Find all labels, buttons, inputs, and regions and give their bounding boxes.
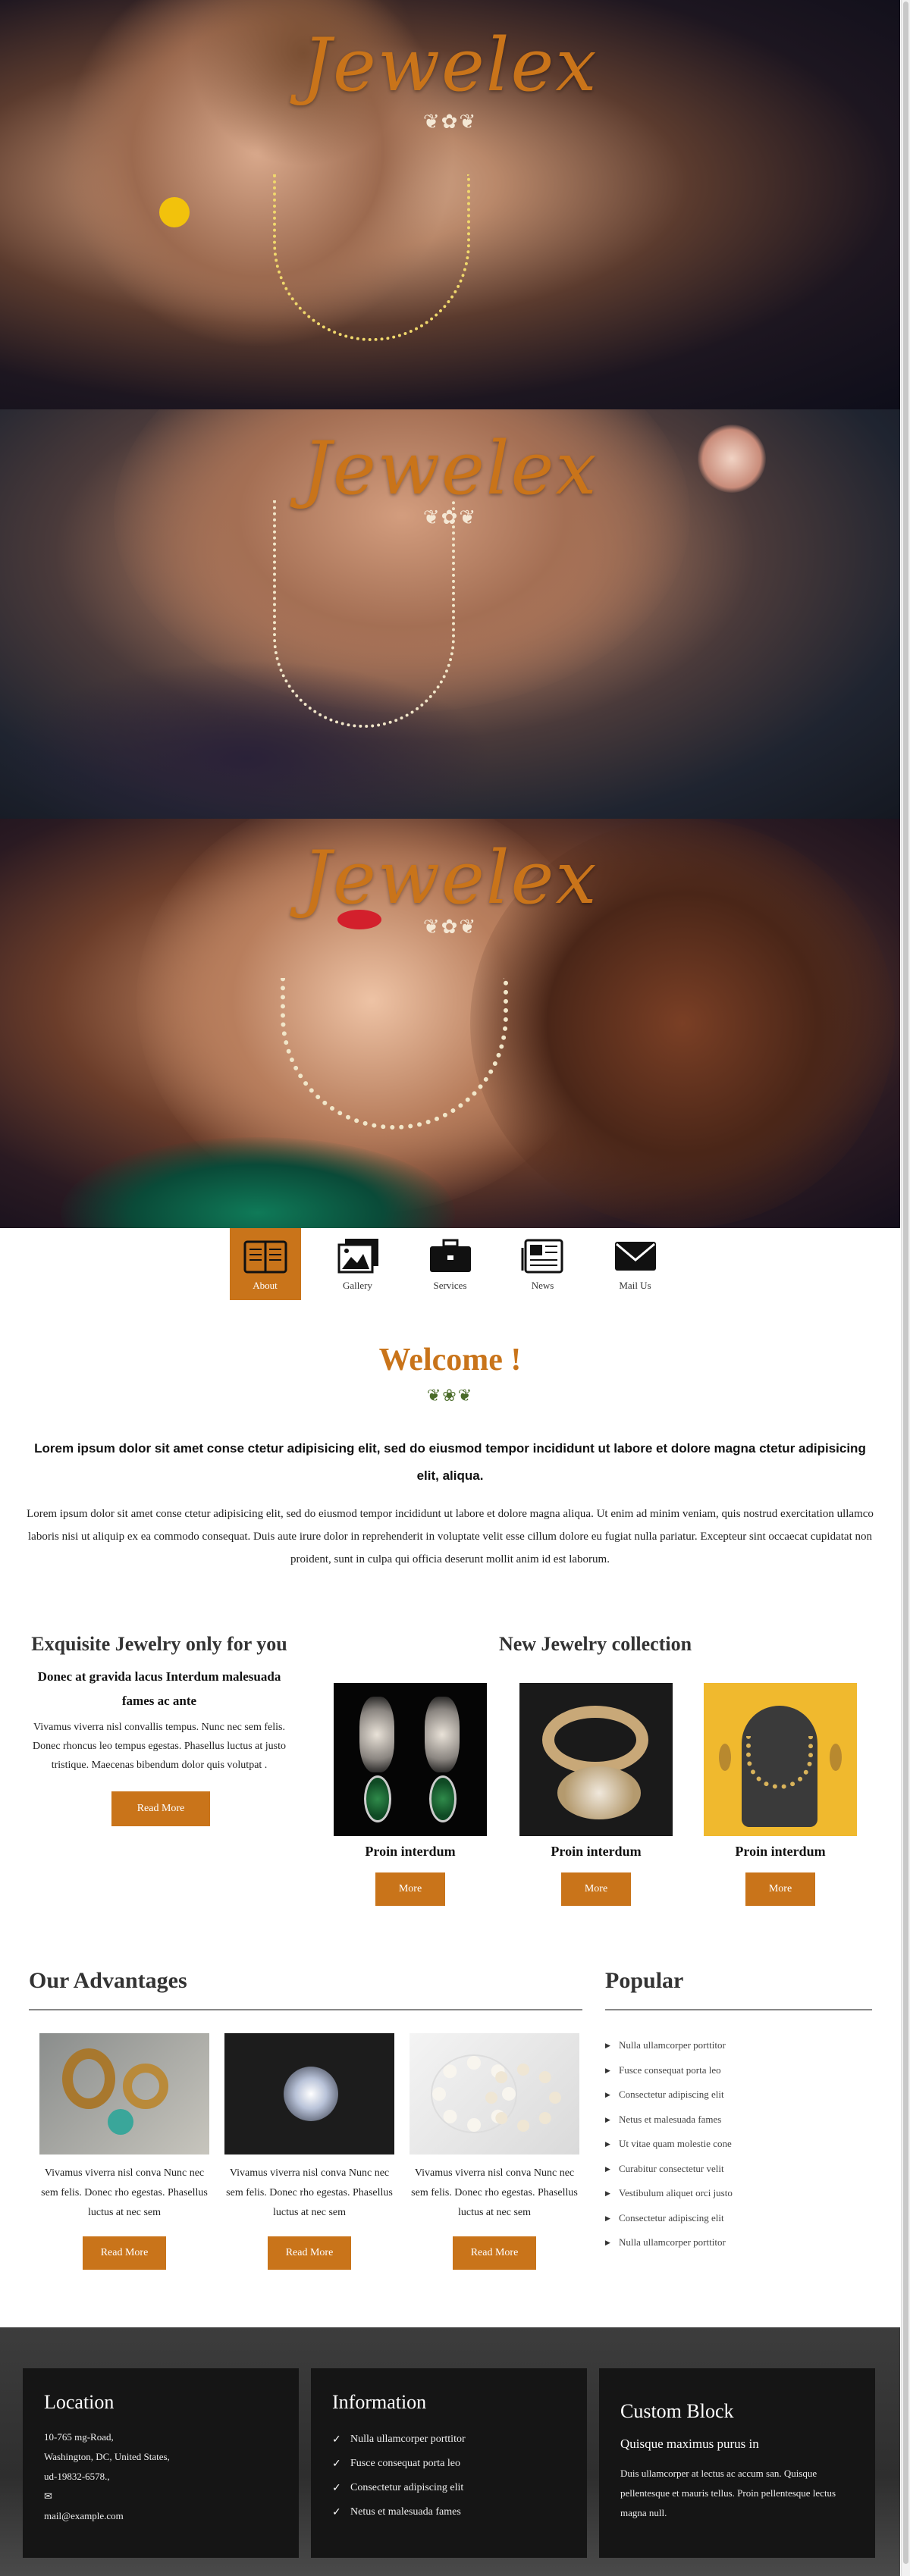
logo-flourish: ❦✿❦ bbox=[422, 506, 478, 528]
popular-link[interactable]: Nulla ullamcorper porttitor bbox=[605, 2230, 872, 2255]
popular-link[interactable]: Ut vitae quam molestie cone bbox=[605, 2132, 872, 2157]
logo[interactable]: Jewelex bbox=[0, 426, 900, 511]
more-button[interactable]: More bbox=[561, 1872, 631, 1906]
phone-text: ud-19832-6578., bbox=[44, 2471, 110, 2482]
exquisite-text: Vivamus viverra nisl convallis tempus. N… bbox=[33, 1722, 286, 1771]
popular-link[interactable]: Netus et malesuada fames bbox=[605, 2107, 872, 2133]
footer-custom-subtitle: Quisque maximus purus in bbox=[620, 2437, 759, 2451]
read-more-button[interactable]: Read More bbox=[83, 2236, 166, 2270]
nav-item-services[interactable]: Services bbox=[415, 1228, 486, 1300]
read-more-button[interactable]: Read More bbox=[268, 2236, 351, 2270]
collection-item: Proin interdum More bbox=[704, 1683, 857, 1906]
information-link[interactable]: Consectetur adipiscing elit bbox=[332, 2476, 566, 2500]
address-line: 10-765 mg-Road, bbox=[44, 2431, 114, 2443]
envelope-icon bbox=[613, 1237, 657, 1275]
diamond-image[interactable] bbox=[224, 2033, 394, 2155]
popular-link[interactable]: Nulla ullamcorper porttitor bbox=[605, 2033, 872, 2058]
nav-item-mail-us[interactable]: Mail Us bbox=[600, 1228, 671, 1300]
logo[interactable]: Jewelex bbox=[0, 23, 900, 108]
newspaper-icon bbox=[521, 1237, 565, 1275]
pearl-bracelet-image[interactable] bbox=[410, 2033, 579, 2155]
popular-list: Nulla ullamcorper porttitor Fusce conseq… bbox=[605, 2033, 872, 2255]
scrollbar[interactable] bbox=[901, 0, 910, 2576]
briefcase-icon bbox=[428, 1237, 472, 1275]
divider bbox=[29, 2009, 582, 2010]
popular-title: Popular bbox=[605, 1968, 684, 1993]
pictures-icon bbox=[336, 1237, 380, 1275]
main-nav: About Gallery Services News Mail Us bbox=[0, 1228, 900, 1300]
popular-link[interactable]: Vestibulum aliquet orci justo bbox=[605, 2181, 872, 2206]
divider bbox=[605, 2009, 872, 2010]
advantage-text: Vivamus viverra nisl conva Nunc nec sem … bbox=[411, 2167, 578, 2218]
email-link[interactable]: mail@example.com bbox=[44, 2506, 278, 2526]
welcome-lead: Lorem ipsum dolor sit amet conse ctetur … bbox=[34, 1441, 866, 1483]
advantage-text: Vivamus viverra nisl conva Nunc nec sem … bbox=[226, 2167, 393, 2218]
welcome-body: Lorem ipsum dolor sit amet conse ctetur … bbox=[27, 1508, 874, 1565]
information-link[interactable]: Netus et malesuada fames bbox=[332, 2500, 566, 2524]
nav-label: Mail Us bbox=[619, 1279, 651, 1291]
logo[interactable]: Jewelex bbox=[0, 835, 900, 920]
collection-item: Proin interdum More bbox=[519, 1683, 673, 1906]
footer-custom-title: Custom Block bbox=[620, 2400, 734, 2422]
book-icon bbox=[243, 1237, 287, 1275]
ring-image bbox=[159, 197, 190, 227]
necklace-set-image[interactable] bbox=[704, 1683, 857, 1836]
collection-item: Proin interdum More bbox=[334, 1683, 487, 1906]
nav-label: About bbox=[253, 1279, 278, 1291]
footer-custom-text: Duis ullamcorper at lectus ac accum san.… bbox=[620, 2468, 836, 2518]
welcome-title: Welcome ! bbox=[378, 1343, 522, 1377]
more-button[interactable]: More bbox=[745, 1872, 815, 1906]
information-link[interactable]: Fusce consequat porta leo bbox=[332, 2452, 566, 2476]
read-more-button[interactable]: Read More bbox=[111, 1791, 210, 1826]
logo-flourish: ❦✿❦ bbox=[422, 111, 478, 133]
popular-link[interactable]: Curabitur consectetur velit bbox=[605, 2157, 872, 2182]
exquisite-title: Exquisite Jewelry only for you bbox=[31, 1633, 287, 1655]
collection-caption: Proin interdum bbox=[365, 1844, 456, 1859]
nav-label: Gallery bbox=[343, 1279, 372, 1291]
nav-item-news[interactable]: News bbox=[507, 1228, 579, 1300]
footer-location: Location 10-765 mg-Road, Washington, DC,… bbox=[23, 2368, 299, 2558]
footer-custom-block: Custom Block Quisque maximus purus in Du… bbox=[599, 2368, 875, 2558]
collection-caption: Proin interdum bbox=[551, 1844, 642, 1859]
bracelet-image[interactable] bbox=[519, 1683, 673, 1836]
advantage-item: Vivamus viverra nisl conva Nunc nec sem … bbox=[224, 2033, 394, 2270]
advantages-title: Our Advantages bbox=[29, 1968, 187, 1993]
popular-link[interactable]: Fusce consequat porta leo bbox=[605, 2058, 872, 2083]
advantage-text: Vivamus viverra nisl conva Nunc nec sem … bbox=[41, 2167, 208, 2218]
footer-location-title: Location bbox=[44, 2391, 115, 2413]
nav-label: News bbox=[531, 1279, 554, 1291]
gold-jewelry-image[interactable] bbox=[39, 2033, 209, 2155]
logo-flourish: ❦✿❦ bbox=[422, 916, 478, 938]
page: Jewelex ❦✿❦ Jewelex ❦✿❦ Jewelex ❦✿❦ Abou… bbox=[0, 0, 910, 2576]
popular-link[interactable]: Consectetur adipiscing elit bbox=[605, 2206, 872, 2231]
footer-information: Information Nulla ullamcorper porttitor … bbox=[311, 2368, 587, 2558]
advantage-item: Vivamus viverra nisl conva Nunc nec sem … bbox=[410, 2033, 579, 2270]
mail-icon: ✉ bbox=[44, 2490, 52, 2502]
information-link[interactable]: Nulla ullamcorper porttitor bbox=[332, 2427, 566, 2452]
nav-item-gallery[interactable]: Gallery bbox=[322, 1228, 394, 1300]
hero-banner-1: Jewelex ❦✿❦ bbox=[0, 0, 900, 409]
footer: Location 10-765 mg-Road, Washington, DC,… bbox=[0, 2327, 900, 2576]
collection-caption: Proin interdum bbox=[735, 1844, 826, 1859]
nav-item-about[interactable]: About bbox=[229, 1228, 301, 1300]
earrings-image[interactable] bbox=[334, 1683, 487, 1836]
exquisite-subtitle: Donec at gravida lacus Interdum malesuad… bbox=[37, 1669, 281, 1708]
scrollbar-thumb[interactable] bbox=[903, 2, 908, 2564]
advantage-item: Vivamus viverra nisl conva Nunc nec sem … bbox=[39, 2033, 209, 2270]
more-button[interactable]: More bbox=[375, 1872, 445, 1906]
read-more-button[interactable]: Read More bbox=[453, 2236, 536, 2270]
nav-label: Services bbox=[433, 1279, 467, 1291]
footer-information-title: Information bbox=[332, 2391, 427, 2413]
information-list: Nulla ullamcorper porttitor Fusce conseq… bbox=[332, 2427, 566, 2524]
necklace-image bbox=[273, 500, 455, 728]
welcome-flourish: ❦❀❦ bbox=[426, 1386, 474, 1405]
hero-banner-2: Jewelex ❦✿❦ bbox=[0, 409, 900, 819]
collection-title: New Jewelry collection bbox=[498, 1633, 692, 1655]
hero-banner-3: Jewelex ❦✿❦ bbox=[0, 819, 900, 1228]
address-line: Washington, DC, United States, bbox=[44, 2451, 170, 2462]
popular-link[interactable]: Consectetur adipiscing elit bbox=[605, 2082, 872, 2107]
